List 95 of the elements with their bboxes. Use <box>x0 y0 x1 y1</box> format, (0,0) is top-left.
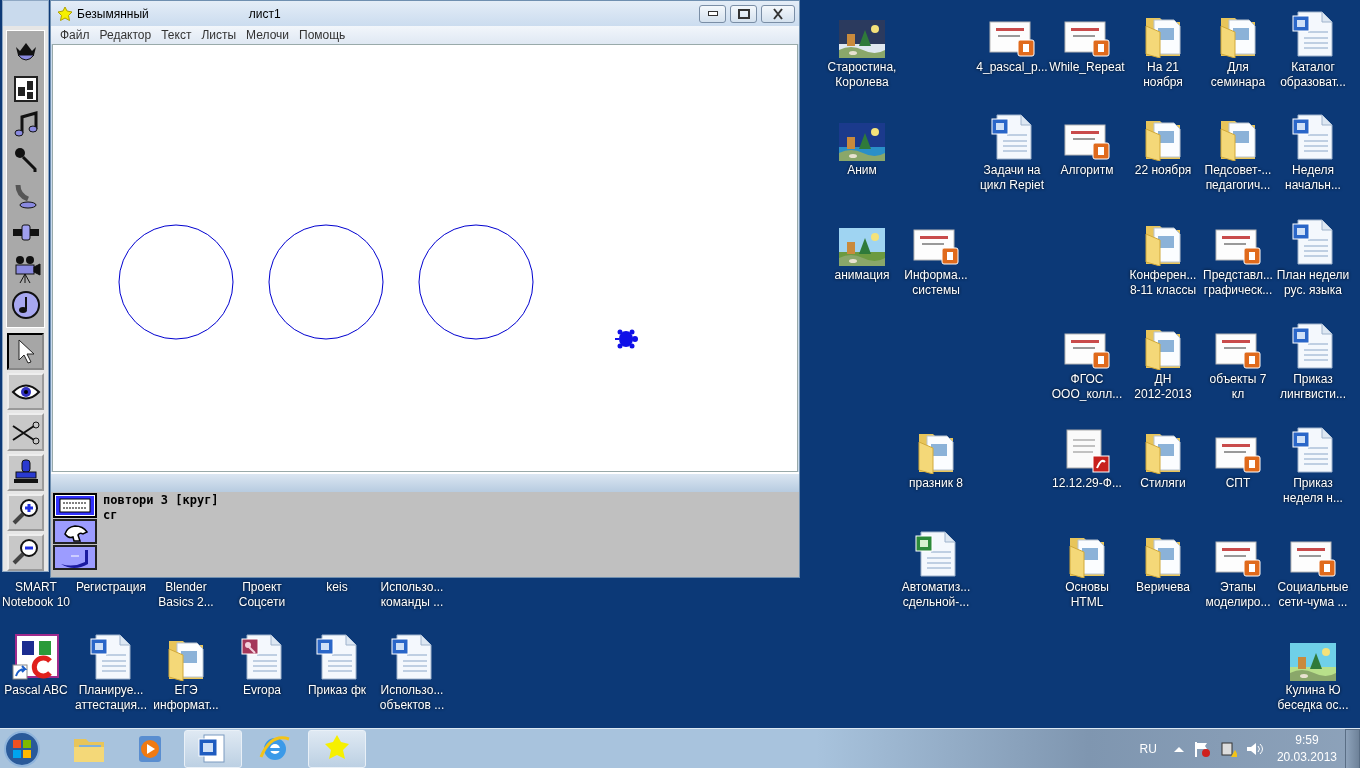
icon-label[interactable]: Приказ неделя н... <box>1283 476 1343 506</box>
turtle-icon <box>614 329 638 349</box>
icon-label[interactable]: СПТ <box>1225 476 1251 491</box>
document-icon[interactable] <box>88 633 134 681</box>
icon-label[interactable]: keis <box>326 580 348 595</box>
icon-label[interactable]: While_Repeat <box>1049 60 1125 75</box>
icon-label[interactable]: Представл... графическ... <box>1203 268 1273 298</box>
slide-icon[interactable] <box>1214 226 1262 266</box>
show-desktop-button[interactable] <box>1345 728 1360 768</box>
pdf-icon[interactable] <box>1063 428 1111 474</box>
taskbar-button[interactable] <box>184 729 242 768</box>
database-icon[interactable] <box>239 633 285 681</box>
icon-label[interactable]: SMART Notebook 10 <box>1 580 71 610</box>
document-icon[interactable] <box>1290 113 1336 161</box>
icon-label[interactable]: Pascal ABC <box>4 683 68 698</box>
command-line[interactable]: повтори 3 [круг] <box>103 493 795 508</box>
mode-button[interactable] <box>53 519 97 544</box>
spreadsheet-icon[interactable] <box>913 530 959 578</box>
icon-label[interactable]: Основы HTML <box>1065 580 1109 610</box>
command-line[interactable]: сг <box>103 508 795 523</box>
icon-label[interactable]: Задачи на цикл Repiet <box>980 163 1044 193</box>
menu-item[interactable]: Редактор <box>94 26 157 44</box>
icon-label[interactable]: План недели рус. языка <box>1276 268 1350 298</box>
icon-label[interactable]: ЕГЭ информат... <box>153 683 219 713</box>
icon-label[interactable]: анимация <box>834 268 890 283</box>
icon-label[interactable]: объекты 7 кл <box>1209 372 1267 402</box>
menu-item[interactable]: Текст <box>156 26 197 44</box>
icon-label[interactable]: ФГОС ООО_колл... <box>1051 372 1123 402</box>
icon-label[interactable]: Конферен... 8-11 классы <box>1129 268 1197 298</box>
icon-label[interactable]: Приказ фк <box>308 683 366 698</box>
icon-label[interactable]: Информа... системы <box>904 268 968 298</box>
icon-label[interactable]: Кулина Ю беседка ос... <box>1277 683 1349 713</box>
icon-label[interactable]: празник 8 <box>909 476 963 491</box>
mode-button[interactable] <box>53 493 97 518</box>
flag-icon[interactable] <box>1192 739 1211 758</box>
icon-label[interactable]: Использо... объектов ... <box>379 683 445 713</box>
maximize-icon <box>737 8 750 19</box>
menu-item[interactable]: Листы <box>196 26 242 44</box>
icon-label[interactable]: 4_pascal_p... <box>976 60 1048 75</box>
minimize-button[interactable] <box>699 4 726 23</box>
document-icon[interactable] <box>989 113 1035 161</box>
turtle-icon <box>57 5 73 22</box>
keyboard-icon <box>57 495 93 516</box>
document-icon[interactable] <box>314 633 360 681</box>
icon-label[interactable]: Старостина, Королева <box>827 60 897 90</box>
icon-label[interactable]: Проект Соцсети <box>238 580 286 610</box>
network-icon[interactable] <box>1218 739 1237 758</box>
icon-label[interactable]: Веричева <box>1136 580 1190 595</box>
icon-label[interactable]: Алгоритм <box>1060 163 1114 178</box>
close-icon <box>773 7 783 20</box>
icon-label[interactable]: 12.12.29-Ф... <box>1052 476 1122 491</box>
icon-label[interactable]: Каталог образоват... <box>1280 60 1346 90</box>
slide-icon[interactable] <box>1289 538 1337 578</box>
icon-label[interactable]: Регистрация <box>75 580 147 595</box>
icon-label[interactable]: Приказ лингвисти... <box>1280 372 1346 402</box>
close-button[interactable] <box>761 4 795 23</box>
slide-icon[interactable] <box>1214 434 1262 474</box>
icon-label[interactable]: 22 ноября <box>1134 163 1192 178</box>
mode-button[interactable] <box>53 545 97 570</box>
icon-label[interactable]: ДН 2012-2013 <box>1134 372 1192 402</box>
maximize-button[interactable] <box>730 4 757 23</box>
document-icon[interactable] <box>1290 218 1336 266</box>
icon-label[interactable]: Этапы моделиро... <box>1205 580 1271 610</box>
menu-item[interactable]: Мелочи <box>241 26 294 44</box>
icon-label[interactable]: Evropa <box>243 683 281 698</box>
icon-label[interactable]: Автоматиз... сдельной-... <box>901 580 971 610</box>
menu-item[interactable]: Помощь <box>294 26 351 44</box>
document-icon[interactable] <box>389 633 435 681</box>
slide-icon[interactable] <box>988 18 1036 58</box>
icon-label[interactable]: Неделя начальн... <box>1285 163 1341 193</box>
tool-button[interactable] <box>7 333 44 371</box>
icon-label[interactable]: Blender Basics 2... <box>158 580 214 610</box>
minimize-icon <box>707 11 718 16</box>
menu-item[interactable]: Файл <box>55 26 95 44</box>
document-icon[interactable] <box>1290 426 1336 474</box>
document-icon[interactable] <box>1290 10 1336 58</box>
slide-icon[interactable] <box>912 226 960 266</box>
window-title: Безымянный <box>77 5 149 23</box>
icon-label[interactable]: Планируе... аттестация... <box>74 683 148 713</box>
icon-label[interactable]: Социальные сети-чума ... <box>1277 580 1349 610</box>
icon-label[interactable]: Использо... команды ... <box>380 580 444 610</box>
icon-label[interactable]: Педсовет-... педагогич... <box>1204 163 1272 193</box>
slide-icon[interactable] <box>1214 538 1262 578</box>
icon-label[interactable]: Аним <box>847 163 877 178</box>
slide-icon[interactable] <box>1063 121 1111 161</box>
icon-label[interactable]: Стиляги <box>1140 476 1186 491</box>
shortcut-icon[interactable] <box>12 633 60 681</box>
music-disc-icon[interactable] <box>9 289 42 321</box>
slide-icon[interactable] <box>1063 330 1111 370</box>
icon-label[interactable]: Для семинара <box>1210 60 1266 90</box>
sheet-name: лист1 <box>248 5 281 23</box>
slide-icon[interactable] <box>1063 18 1111 58</box>
document-icon[interactable] <box>1290 322 1336 370</box>
slide-icon[interactable] <box>1214 330 1262 370</box>
icon-label[interactable]: На 21 ноября <box>1143 60 1183 90</box>
